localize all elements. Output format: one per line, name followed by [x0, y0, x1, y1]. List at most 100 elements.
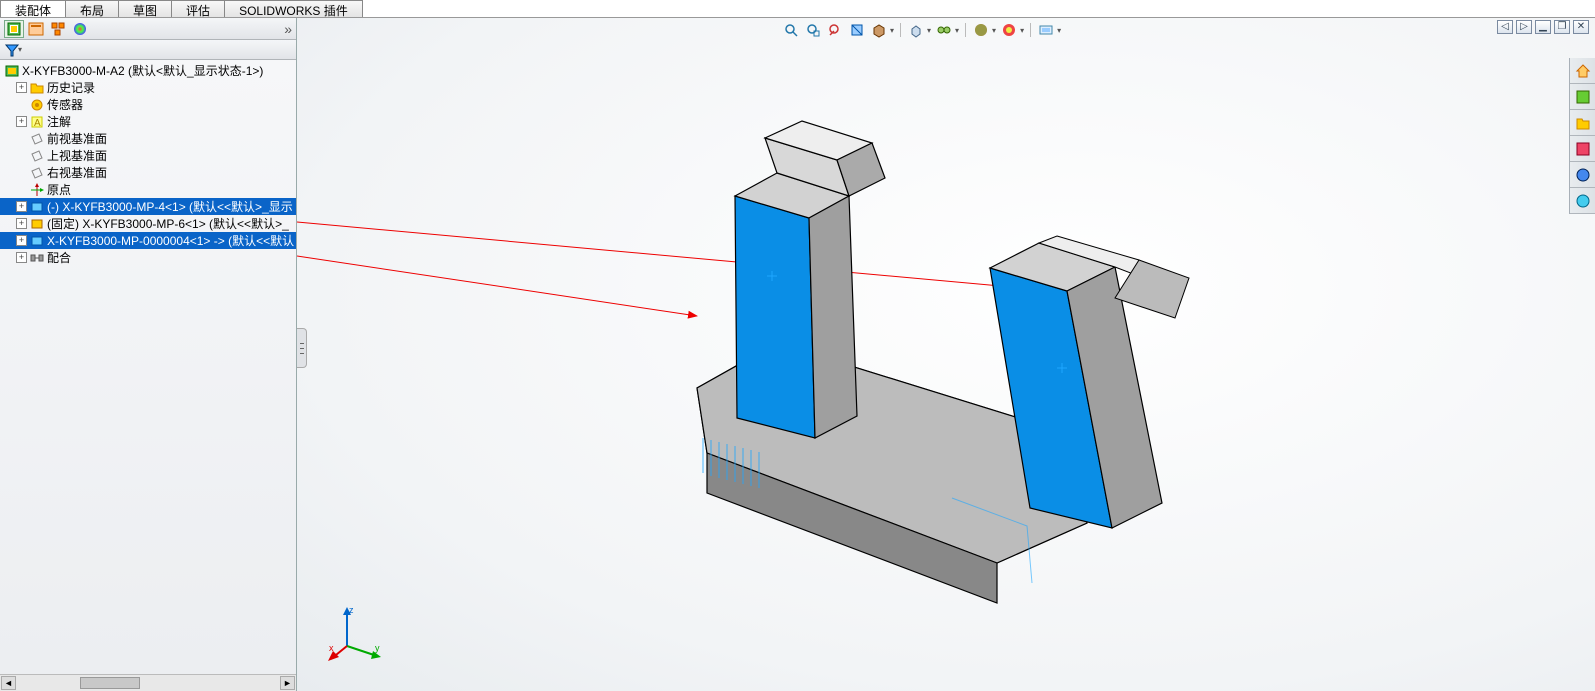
expand-icon[interactable]: + — [16, 218, 27, 229]
tree-label: 传感器 — [47, 96, 83, 113]
tab-sw-addins[interactable]: SOLIDWORKS 插件 — [224, 0, 363, 17]
folder-icon — [29, 80, 45, 96]
taskpane-resources-icon[interactable] — [1570, 84, 1595, 110]
panel-tab-property-icon[interactable] — [26, 20, 46, 38]
model-render — [297, 18, 1595, 691]
panel-tab-appearance-icon[interactable] — [70, 20, 90, 38]
tree-label: 右视基准面 — [47, 164, 107, 181]
tree-label: X-KYFB3000-MP-0000004<1> -> (默认<<默认 — [47, 232, 294, 249]
sensor-icon — [29, 97, 45, 113]
tree-label: 原点 — [47, 181, 71, 198]
assembly-icon — [4, 63, 20, 79]
tree-part-3[interactable]: + X-KYFB3000-MP-0000004<1> -> (默认<<默认 — [0, 232, 296, 249]
tree-label: 上视基准面 — [47, 147, 107, 164]
task-pane — [1569, 58, 1595, 214]
part-icon — [29, 199, 45, 215]
tree-filter-bar: ▾ — [0, 40, 296, 60]
expand-icon[interactable]: + — [16, 201, 27, 212]
expand-icon[interactable]: + — [16, 82, 27, 93]
expand-icon[interactable]: + — [16, 235, 27, 246]
tree-label: 历史记录 — [47, 79, 95, 96]
tree-label: 配合 — [47, 249, 71, 266]
zoom-fit-icon[interactable] — [782, 21, 800, 39]
part-icon — [29, 216, 45, 232]
section-view-icon[interactable] — [848, 21, 866, 39]
expand-icon[interactable]: + — [16, 252, 27, 263]
heads-up-toolbar: ▾ ▾ ▾ ▾ ▾ ▾ — [782, 20, 1061, 40]
tree-plane-front[interactable]: 前视基准面 — [0, 130, 296, 147]
mates-icon — [29, 250, 45, 266]
tree-part-2[interactable]: + (固定) X-KYFB3000-MP-6<1> (默认<<默认>_ — [0, 215, 296, 232]
prev-view-icon[interactable] — [826, 21, 844, 39]
tree-root-label: X-KYFB3000-M-A2 (默认<默认_显示状态-1>) — [22, 62, 263, 79]
feature-tree: X-KYFB3000-M-A2 (默认<默认_显示状态-1>) + 历史记录 传… — [0, 60, 296, 674]
dropdown-icon[interactable]: ▾ — [890, 26, 894, 35]
tab-assembly[interactable]: 装配体 — [0, 0, 66, 17]
win-close-icon[interactable]: ✕ — [1573, 20, 1589, 34]
tab-sketch[interactable]: 草图 — [118, 0, 172, 17]
graphics-viewport[interactable]: ▾ ▾ ▾ ▾ ▾ ▾ ◁ ▷ ▁ ❐ ✕ — [297, 18, 1595, 691]
dropdown-icon[interactable]: ▾ — [1020, 26, 1024, 35]
dropdown-icon[interactable]: ▾ — [1057, 26, 1061, 35]
panel-tab-config-icon[interactable] — [48, 20, 68, 38]
zoom-area-icon[interactable] — [804, 21, 822, 39]
panel-tabs: » — [0, 18, 296, 40]
hide-show-icon[interactable] — [935, 21, 953, 39]
win-restore-icon[interactable]: ❐ — [1554, 20, 1570, 34]
tree-label: 前视基准面 — [47, 130, 107, 147]
axis-y-label: y — [375, 643, 380, 653]
tree-mates[interactable]: + 配合 — [0, 249, 296, 266]
tree-label: 注解 — [47, 113, 71, 130]
view-orientation-icon[interactable] — [907, 21, 925, 39]
plane-icon — [29, 131, 45, 147]
tree-plane-top[interactable]: 上视基准面 — [0, 147, 296, 164]
tree-root[interactable]: X-KYFB3000-M-A2 (默认<默认_显示状态-1>) — [0, 62, 296, 79]
taskpane-view-palette-icon[interactable] — [1570, 136, 1595, 162]
annotation-icon: A — [29, 114, 45, 130]
tree-label: (固定) X-KYFB3000-MP-6<1> (默认<<默认>_ — [47, 215, 289, 232]
panel-tab-feature-tree-icon[interactable] — [4, 20, 24, 38]
plane-icon — [29, 148, 45, 164]
panel-collapse-chevron-icon[interactable]: » — [284, 21, 292, 37]
win-minimize-icon[interactable]: ▁ — [1535, 20, 1551, 34]
win-detach-icon[interactable]: ▷ — [1516, 20, 1532, 34]
expand-icon[interactable]: + — [16, 116, 27, 127]
command-manager-tabs: 装配体 布局 草图 评估 SOLIDWORKS 插件 — [0, 0, 1595, 18]
axis-z-label: z — [349, 605, 354, 615]
orientation-triad[interactable]: z y x — [327, 601, 387, 661]
tree-sensors[interactable]: 传感器 — [0, 96, 296, 113]
axis-x-label: x — [329, 643, 334, 653]
dropdown-icon[interactable]: ▾ — [992, 26, 996, 35]
taskpane-home-icon[interactable] — [1570, 58, 1595, 84]
tab-evaluate[interactable]: 评估 — [171, 0, 225, 17]
scroll-right-icon[interactable]: ► — [280, 676, 295, 690]
display-style-icon[interactable] — [870, 21, 888, 39]
tree-history[interactable]: + 历史记录 — [0, 79, 296, 96]
taskpane-appearances-icon[interactable] — [1570, 162, 1595, 188]
tree-origin[interactable]: 原点 — [0, 181, 296, 198]
tab-layout[interactable]: 布局 — [65, 0, 119, 17]
scroll-left-icon[interactable]: ◄ — [1, 676, 16, 690]
edit-appearance-icon[interactable] — [972, 21, 990, 39]
apply-scene-icon[interactable] — [1000, 21, 1018, 39]
plane-icon — [29, 165, 45, 181]
win-expand-icon[interactable]: ◁ — [1497, 20, 1513, 34]
feature-manager-panel: » ▾ X-KYFB3000-M-A2 (默认<默认_显示状态-1>) + 历史… — [0, 18, 297, 691]
panel-splitter-handle[interactable] — [297, 328, 307, 368]
taskpane-library-icon[interactable] — [1570, 110, 1595, 136]
tree-part-1[interactable]: + (-) X-KYFB3000-MP-4<1> (默认<<默认>_显示 — [0, 198, 296, 215]
tree-annotations[interactable]: + A 注解 — [0, 113, 296, 130]
tree-plane-right[interactable]: 右视基准面 — [0, 164, 296, 181]
part-icon — [29, 233, 45, 249]
taskpane-custom-props-icon[interactable] — [1570, 188, 1595, 214]
svg-text:A: A — [34, 118, 41, 129]
dropdown-icon[interactable]: ▾ — [927, 26, 931, 35]
scroll-thumb[interactable] — [80, 677, 140, 689]
origin-icon — [29, 182, 45, 198]
filter-dropdown-icon[interactable]: ▾ — [18, 45, 22, 54]
dropdown-icon[interactable]: ▾ — [955, 26, 959, 35]
tree-horizontal-scrollbar[interactable]: ◄ ► — [0, 674, 296, 691]
view-settings-icon[interactable] — [1037, 21, 1055, 39]
window-controls: ◁ ▷ ▁ ❐ ✕ — [1497, 20, 1589, 34]
tree-label: (-) X-KYFB3000-MP-4<1> (默认<<默认>_显示 — [47, 198, 293, 215]
